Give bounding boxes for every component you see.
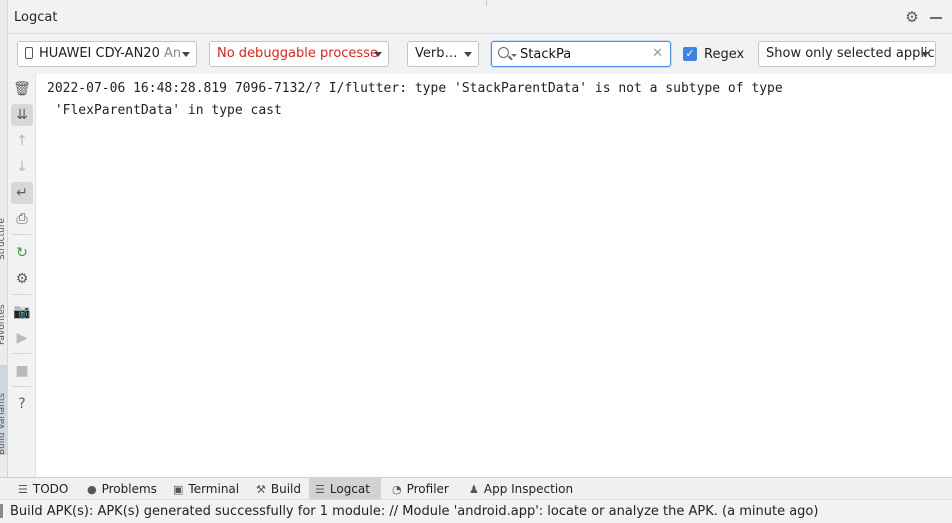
search-icon[interactable] — [498, 47, 509, 58]
tab-label: Build — [270, 482, 301, 496]
log-level-dropdown[interactable]: Verb… — [407, 41, 479, 67]
list-icon: ☰ — [18, 482, 28, 496]
settings-icon[interactable]: ⚙ — [11, 268, 33, 290]
up-arrow-icon[interactable]: ↑ — [11, 130, 33, 152]
device-suffix: An — [164, 46, 182, 61]
log-output[interactable]: 2022-07-06 16:48:28.819 7096-7132/? I/fl… — [37, 74, 952, 477]
hammer-icon: ⚒ — [256, 482, 266, 496]
side-tab-build-variants[interactable]: Build Variants — [0, 365, 7, 455]
tab-profiler[interactable]: ◔ Profiler — [386, 478, 455, 500]
screen-record-icon[interactable]: ▶ — [11, 327, 33, 349]
chevron-down-icon — [921, 52, 929, 57]
search-box[interactable]: ✕ — [491, 41, 671, 67]
tool-window-bar: ☰ TODO ● Problems ▣ Terminal ⚒ Build ☰ Logcat… — [0, 477, 952, 500]
side-tab-favorites[interactable]: Favorites — [0, 275, 7, 345]
log-line[interactable]: 'FlexParentData' in type cast — [47, 100, 817, 122]
restart-icon[interactable]: ↻ — [11, 242, 33, 264]
terminate-icon[interactable]: ■ — [11, 360, 33, 382]
logcat-side-toolbar: 🗑 ⇊ ↑ ↓ ↵ ⎙ ↻ ⚙ 📷 ▶ ■ ? — [8, 74, 36, 477]
down-arrow-icon[interactable]: ↓ — [11, 156, 33, 178]
logcat-icon: ☰ — [315, 482, 325, 496]
tab-label: Problems — [101, 482, 157, 496]
device-name: HUAWEI CDY-AN20 — [39, 46, 160, 61]
log-line[interactable]: 2022-07-06 16:48:28.819 7096-7132/? I/fl… — [47, 78, 817, 100]
problems-icon: ● — [87, 482, 97, 496]
separator — [13, 294, 31, 295]
side-tab-structure[interactable]: Structure — [0, 190, 7, 260]
tab-terminal[interactable]: ▣ Terminal — [167, 478, 245, 500]
left-tool-strip: Structure Favorites Build Variants — [0, 0, 8, 477]
minimize-icon[interactable] — [930, 17, 942, 19]
search-input[interactable] — [520, 45, 646, 63]
filter-label: Show only selected applic — [766, 46, 935, 61]
chevron-down-icon — [182, 52, 190, 57]
process-label: No debuggable processe — [217, 46, 378, 61]
app-inspection-icon: ♟ — [469, 482, 479, 496]
terminal-icon: ▣ — [173, 482, 184, 496]
panel-title: Logcat — [14, 10, 58, 25]
chevron-down-icon — [464, 52, 472, 57]
tab-label: TODO — [32, 482, 69, 496]
regex-label: Regex — [704, 46, 745, 62]
profiler-icon: ◔ — [392, 482, 402, 496]
gear-icon[interactable]: ⚙ — [904, 9, 920, 25]
tab-build[interactable]: ⚒ Build — [250, 478, 307, 500]
status-message[interactable]: Build APK(s): APK(s) generated successfu… — [10, 504, 818, 519]
clear-search-icon[interactable]: ✕ — [652, 46, 663, 62]
tab-label: Profiler — [406, 482, 449, 496]
tab-todo[interactable]: ☰ TODO — [12, 478, 74, 500]
clear-logcat-icon[interactable]: 🗑 — [11, 78, 33, 100]
chevron-down-icon — [374, 52, 382, 57]
tab-problems[interactable]: ● Problems — [81, 478, 163, 500]
tab-label: Terminal — [188, 482, 240, 496]
help-icon[interactable]: ? — [11, 393, 33, 415]
logcat-toolbar: HUAWEI CDY-AN20 An No debuggable process… — [8, 34, 952, 74]
status-indicator — [0, 504, 3, 518]
process-dropdown[interactable]: No debuggable processe — [209, 41, 389, 67]
log-level-label: Verb… — [415, 46, 458, 61]
screen-capture-icon[interactable]: 📷 — [11, 301, 33, 323]
status-bar: Build APK(s): APK(s) generated successfu… — [0, 499, 952, 523]
tab-label: App Inspection — [483, 482, 574, 496]
search-history-dropdown-icon[interactable] — [511, 54, 517, 57]
regex-toggle[interactable]: ✓ Regex — [683, 46, 744, 62]
filter-dropdown[interactable]: Show only selected applic — [758, 41, 936, 67]
phone-icon — [25, 47, 33, 59]
tab-label: Logcat — [329, 482, 370, 496]
header-divider — [486, 0, 487, 6]
separator — [13, 234, 31, 235]
device-dropdown[interactable]: HUAWEI CDY-AN20 An — [17, 41, 197, 67]
logcat-header: Logcat ⚙ — [8, 0, 952, 34]
regex-checkbox[interactable]: ✓ — [683, 47, 697, 61]
scroll-to-end-icon[interactable]: ⇊ — [11, 104, 33, 126]
soft-wrap-icon[interactable]: ↵ — [11, 182, 33, 204]
tab-app-inspection[interactable]: ♟ App Inspection — [463, 478, 579, 500]
print-icon[interactable]: ⎙ — [11, 208, 33, 230]
tab-logcat[interactable]: ☰ Logcat — [309, 478, 381, 500]
separator — [13, 386, 31, 387]
separator — [13, 353, 31, 354]
